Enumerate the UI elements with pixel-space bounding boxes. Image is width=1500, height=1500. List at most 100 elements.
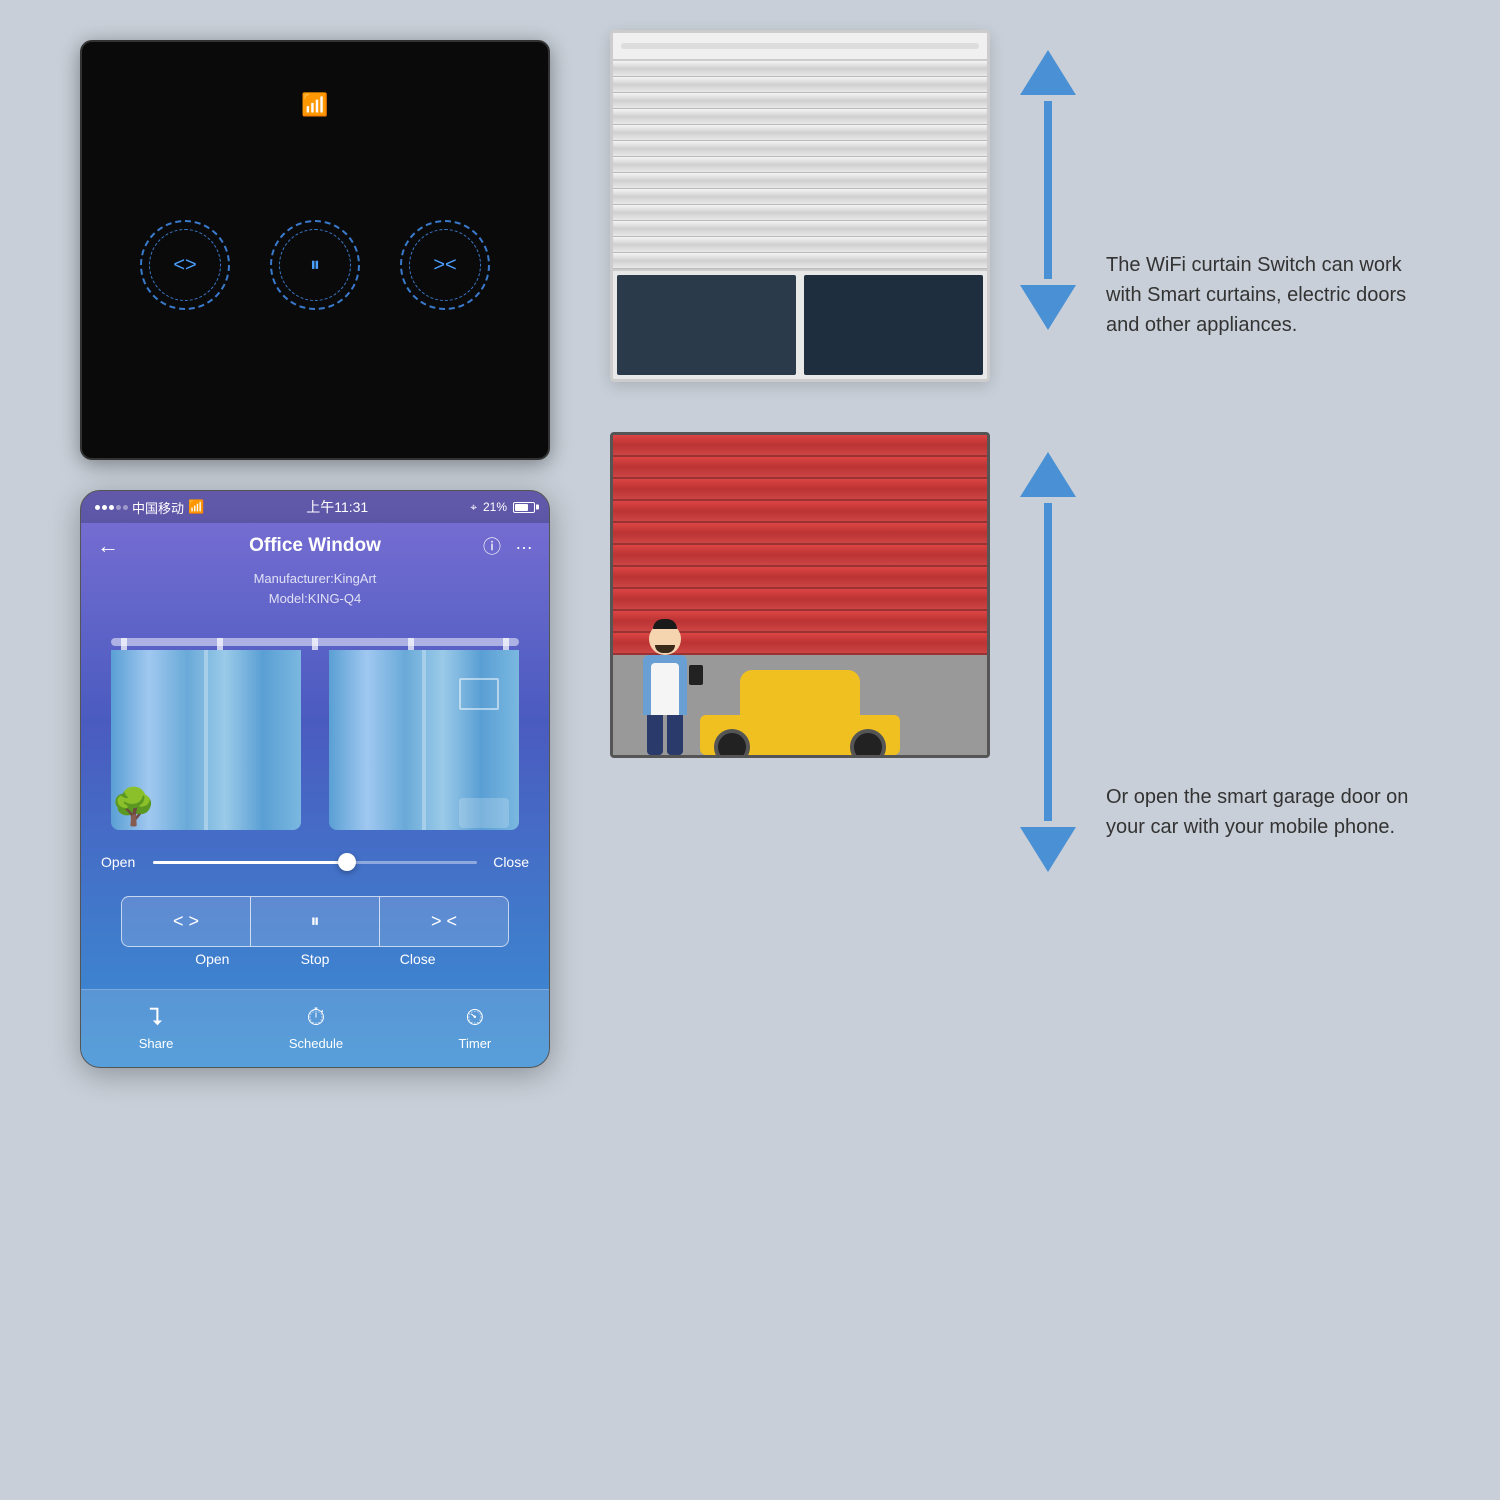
more-button[interactable]: … xyxy=(515,533,533,559)
status-bar: 中国移动 📶 上午11:31 ⌖ 21% xyxy=(81,491,549,523)
handle-bar xyxy=(621,43,979,49)
header-icons: ⓘ … xyxy=(483,533,533,559)
location-icon: ⌖ xyxy=(470,500,477,515)
switch-circle-stop[interactable]: ⏸ xyxy=(270,220,360,310)
manufacturer-info: Manufacturer:KingArt Model:KING-Q4 xyxy=(81,569,549,608)
control-buttons-area: < > ⏸ > < Open Stop Close xyxy=(81,886,549,989)
bottom-nav: ⮧ Share ⏱ Schedule ⏲ Timer xyxy=(81,989,549,1067)
wall-frame xyxy=(459,678,499,710)
garage-arrow-down xyxy=(1020,827,1076,872)
hook-4 xyxy=(408,638,414,650)
timer-nav-item[interactable]: ⏲ Timer xyxy=(459,1004,492,1051)
curtain-gap xyxy=(305,650,325,830)
garage-interior xyxy=(613,655,987,755)
hook-3 xyxy=(312,638,318,650)
gslat-5 xyxy=(613,523,987,545)
arrow-shaft xyxy=(1044,101,1052,279)
car-bottom xyxy=(700,715,900,755)
phone-mockup: 中国移动 📶 上午11:31 ⌖ 21% ← Office Window ⓘ … xyxy=(80,490,550,1068)
close-button[interactable]: > < xyxy=(380,897,508,946)
curtain-hooks xyxy=(111,638,519,650)
window-bottom xyxy=(613,269,987,379)
arrow-up xyxy=(1020,50,1076,95)
open-icon: <> xyxy=(173,254,196,277)
dot-3 xyxy=(109,505,114,510)
open-label: Open xyxy=(161,951,264,967)
car-wheel-left xyxy=(714,729,750,758)
hook-5 xyxy=(503,638,509,650)
timer-label: Timer xyxy=(459,1036,492,1051)
window-description: The WiFi curtain Switch can work with Sm… xyxy=(1106,250,1430,340)
slat-10 xyxy=(613,205,987,221)
slider-open-label: Open xyxy=(101,854,141,870)
share-label: Share xyxy=(139,1036,174,1051)
slider-row: Open Close xyxy=(81,838,549,886)
carrier-name: 中国移动 xyxy=(132,498,184,517)
window-section: The WiFi curtain Switch can work with Sm… xyxy=(610,30,1430,382)
open-button[interactable]: < > xyxy=(122,897,251,946)
stop-label: Stop xyxy=(264,951,367,967)
slat-7 xyxy=(613,157,987,173)
window-text-area: The WiFi curtain Switch can work with Sm… xyxy=(1106,30,1430,340)
switch-buttons-row: <> ⏸ >< xyxy=(140,220,490,310)
status-right: ⌖ 21% xyxy=(470,500,535,515)
back-button[interactable]: ← xyxy=(97,533,119,559)
garage-illustration xyxy=(610,432,990,758)
ctrl-btn-labels: Open Stop Close xyxy=(121,947,509,983)
person-beard xyxy=(655,645,675,653)
arrows-column xyxy=(1020,30,1076,350)
slider-close-label: Close xyxy=(489,854,529,870)
slat-5 xyxy=(613,125,987,141)
slider-track[interactable] xyxy=(153,861,477,864)
schedule-label: Schedule xyxy=(289,1036,343,1051)
stop-icon: ⏸ xyxy=(310,254,320,277)
garage-arrow-up xyxy=(1020,452,1076,497)
garage-section: Or open the smart garage door on your ca… xyxy=(610,432,1430,892)
curtain-track xyxy=(111,638,519,646)
slat-3 xyxy=(613,93,987,109)
switch-circle-open[interactable]: <> xyxy=(140,220,230,310)
window-frame xyxy=(610,30,990,382)
schedule-nav-item[interactable]: ⏱ Schedule xyxy=(289,1004,343,1051)
info-button[interactable]: ⓘ xyxy=(483,533,501,559)
garage-frame xyxy=(610,432,990,758)
person-head xyxy=(649,623,681,655)
car-body xyxy=(700,670,900,755)
left-panel: 📶 <> ⏸ >< 中国移动 xyxy=(80,40,550,1068)
status-left: 中国移动 📶 xyxy=(95,498,204,517)
hook-1 xyxy=(121,638,127,650)
share-icon: ⮧ xyxy=(149,1004,163,1032)
slat-4 xyxy=(613,109,987,125)
person-legs xyxy=(643,715,687,755)
window-header-bar xyxy=(613,33,987,61)
slider-thumb[interactable] xyxy=(338,853,356,871)
shutter-slats xyxy=(613,61,987,269)
slat-12 xyxy=(613,237,987,253)
app-title: Office Window xyxy=(249,535,381,557)
battery-fill xyxy=(515,504,528,511)
right-panel: The WiFi curtain Switch can work with Sm… xyxy=(610,30,1430,892)
manufacturer-name: Manufacturer:KingArt xyxy=(81,569,549,589)
window-illustration xyxy=(610,30,990,382)
window-glass-right xyxy=(804,275,983,375)
share-nav-item[interactable]: ⮧ Share xyxy=(139,1004,174,1051)
dot-4 xyxy=(116,505,121,510)
garage-arrow-shaft xyxy=(1044,503,1052,821)
garage-text-area: Or open the smart garage door on your ca… xyxy=(1106,432,1430,842)
switch-circle-close[interactable]: >< xyxy=(400,220,490,310)
slat-6 xyxy=(613,141,987,157)
car-wheel-right xyxy=(850,729,886,758)
stop-button[interactable]: ⏸ xyxy=(251,897,380,946)
nightstand xyxy=(459,798,509,828)
close-icon: >< xyxy=(433,254,456,277)
dot-5 xyxy=(123,505,128,510)
curtain-area: 🌳 xyxy=(81,618,549,838)
person-body xyxy=(643,655,687,715)
slat-11 xyxy=(613,221,987,237)
gslat-7 xyxy=(613,567,987,589)
control-buttons-row: < > ⏸ > < xyxy=(121,896,509,947)
dot-2 xyxy=(102,505,107,510)
open-button-icon: < > xyxy=(173,911,199,932)
gslat-3 xyxy=(613,479,987,501)
dot-1 xyxy=(95,505,100,510)
